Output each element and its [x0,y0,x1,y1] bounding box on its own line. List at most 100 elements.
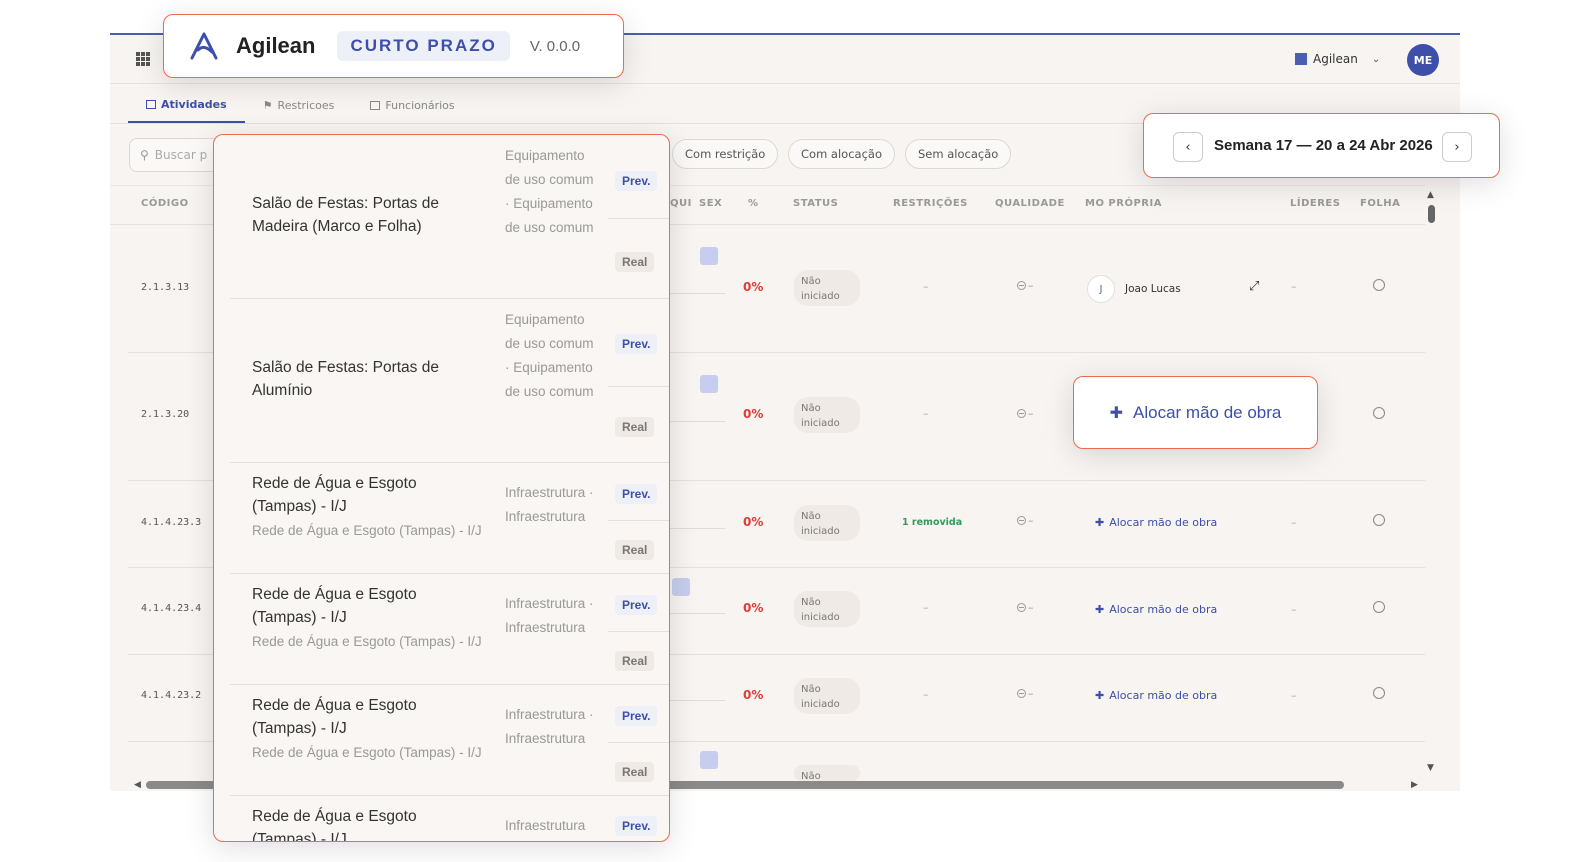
alloc-label: Alocar mão de obra [1109,603,1218,616]
status-badge: Não iniciado [794,505,860,541]
scroll-down-icon[interactable]: ▼ [1427,763,1434,773]
day-divider [670,293,725,294]
row-qualidade[interactable]: – [1017,601,1034,614]
status-badge: Não iniciado [794,591,860,627]
restricoes-removida-badge[interactable]: 1 removida [902,517,962,528]
row-qualidade[interactable]: – [1017,687,1034,700]
real-badge: Real [615,762,655,782]
alloc-labor-button[interactable]: ✚ Alocar mão de obra [1095,603,1217,616]
row-code: 2.1.3.13 [141,282,190,293]
activity-subtitle: Rede de Água e Esgoto (Tampas) - I/J [252,634,482,649]
activity-title: Rede de Água e Esgoto (Tampas) - I/J [252,697,417,737]
prev-badge: Prev. [615,484,658,504]
worker-chip[interactable]: J Joao Lucas [1087,275,1181,303]
user-plus-icon: ✚ [1095,603,1105,616]
col-folha: FOLHA [1360,198,1401,209]
search-placeholder: Buscar p [154,148,208,162]
col-qui: QUI [670,198,692,209]
minus-circle-icon [1017,409,1026,418]
folha-radio[interactable] [1373,407,1385,419]
col-lideres: LÍDERES [1290,198,1341,209]
filter-com-restricao[interactable]: Com restrição [672,139,779,169]
day-cell-planned[interactable] [672,578,690,596]
real-badge: Real [615,417,655,437]
scroll-right-icon[interactable]: ▶ [1411,780,1418,790]
row-qualidade[interactable]: – [1017,279,1034,292]
status-badge: Não iniciado [794,270,860,306]
minus-circle-icon [1017,281,1026,290]
folha-radio[interactable] [1373,514,1385,526]
row-restricoes: – [923,280,929,293]
day-cell-planned[interactable] [700,247,718,265]
tab-label: Atividades [161,97,227,111]
day-divider [670,700,725,701]
status-badge: Não [794,765,860,781]
row-percent: 0% [743,515,764,529]
real-badge: Real [615,540,655,560]
prev-badge: Prev. [615,334,658,354]
badge-divider [608,742,669,743]
expand-icon[interactable]: ⤢ [1249,279,1259,294]
activity-category: Infraestrutura · Infraestrutura [505,707,594,746]
prev-week-button[interactable]: ‹ [1173,132,1203,162]
scroll-left-icon[interactable]: ◀ [134,780,141,790]
col-codigo: CÓDIGO [141,198,189,209]
alloc-labor-button[interactable]: ✚ Alocar mão de obra [1095,689,1217,702]
badge-divider [608,631,669,632]
vertical-scrollbar-thumb[interactable] [1428,205,1435,223]
row-percent: 0% [743,280,764,294]
col-status: STATUS [793,198,839,209]
activity-list-panel: Salão de Festas: Portas de Madeira (Marc… [213,134,670,842]
row-code: 2.1.3.20 [141,409,190,420]
folha-radio[interactable] [1373,601,1385,613]
row-lideres: – [1291,603,1297,616]
company-selector[interactable]: Agilean ⌄ [1295,52,1380,66]
user-avatar[interactable]: ME [1407,44,1439,76]
tab-atividades[interactable]: Atividades [128,85,245,123]
activity-title: Rede de Água e Esgoto (Tampas) - I/J [252,808,417,842]
row-percent: 0% [743,688,764,702]
briefcase-icon [370,100,381,110]
apps-grid-icon[interactable] [136,52,150,66]
day-cell-planned[interactable] [700,751,718,769]
scroll-up-icon[interactable]: ▲ [1427,190,1434,200]
badge-divider [608,386,669,387]
tab-restricoes[interactable]: ⚑ Restricoes [245,85,353,123]
activity-title: Rede de Água e Esgoto (Tampas) - I/J [252,475,417,515]
row-qualidade[interactable]: – [1017,407,1034,420]
minus-circle-icon [1017,603,1026,612]
tab-funcionarios[interactable]: Funcionários [352,85,472,123]
next-week-button[interactable]: › [1442,132,1472,162]
row-lideres: – [1291,516,1297,529]
user-plus-icon: ✚ [1095,689,1105,702]
filter-com-alocacao[interactable]: Com alocação [788,139,895,169]
row-code: 4.1.4.23.4 [141,603,202,614]
row-code: 4.1.4.23.3 [141,517,202,528]
activity-title: Salão de Festas: Portas de Madeira (Marc… [252,195,439,235]
alloc-labor-button[interactable]: ✚ Alocar mão de obra [1095,516,1217,529]
minus-circle-icon [1017,516,1026,525]
qualidade-value: – [1028,687,1034,700]
alloc-labor-button-highlighted[interactable]: ✚ Alocar mão de obra [1073,376,1318,449]
activity-subtitle: Rede de Água e Esgoto (Tampas) - I/J [252,523,482,538]
prev-badge: Prev. [615,816,658,836]
worker-avatar: J [1087,275,1115,303]
folha-radio[interactable] [1373,687,1385,699]
day-cell-planned[interactable] [700,375,718,393]
folha-radio[interactable] [1373,279,1385,291]
row-restricoes: – [923,407,929,420]
row-percent: 0% [743,601,764,615]
qualidade-value: – [1028,514,1034,527]
activity-category: Infraestrutura · Infraestrutura [505,596,594,635]
filter-sem-alocacao[interactable]: Sem alocação [905,139,1012,169]
activity-category: Equipamento de uso comum · Equipamento d… [505,312,594,399]
row-qualidade[interactable]: – [1017,514,1034,527]
week-navigator: ‹ Semana 17 — 20 a 24 Abr 2026 › [1143,113,1500,178]
app-version: V. 0.0.0 [529,37,581,55]
qualidade-value: – [1028,279,1034,292]
module-badge: CURTO PRAZO [337,31,510,61]
row-code: 4.1.4.23.2 [141,690,202,701]
app-name: Agilean [236,33,316,58]
tab-label: Restricoes [277,98,335,112]
row-lideres: – [1291,280,1297,293]
